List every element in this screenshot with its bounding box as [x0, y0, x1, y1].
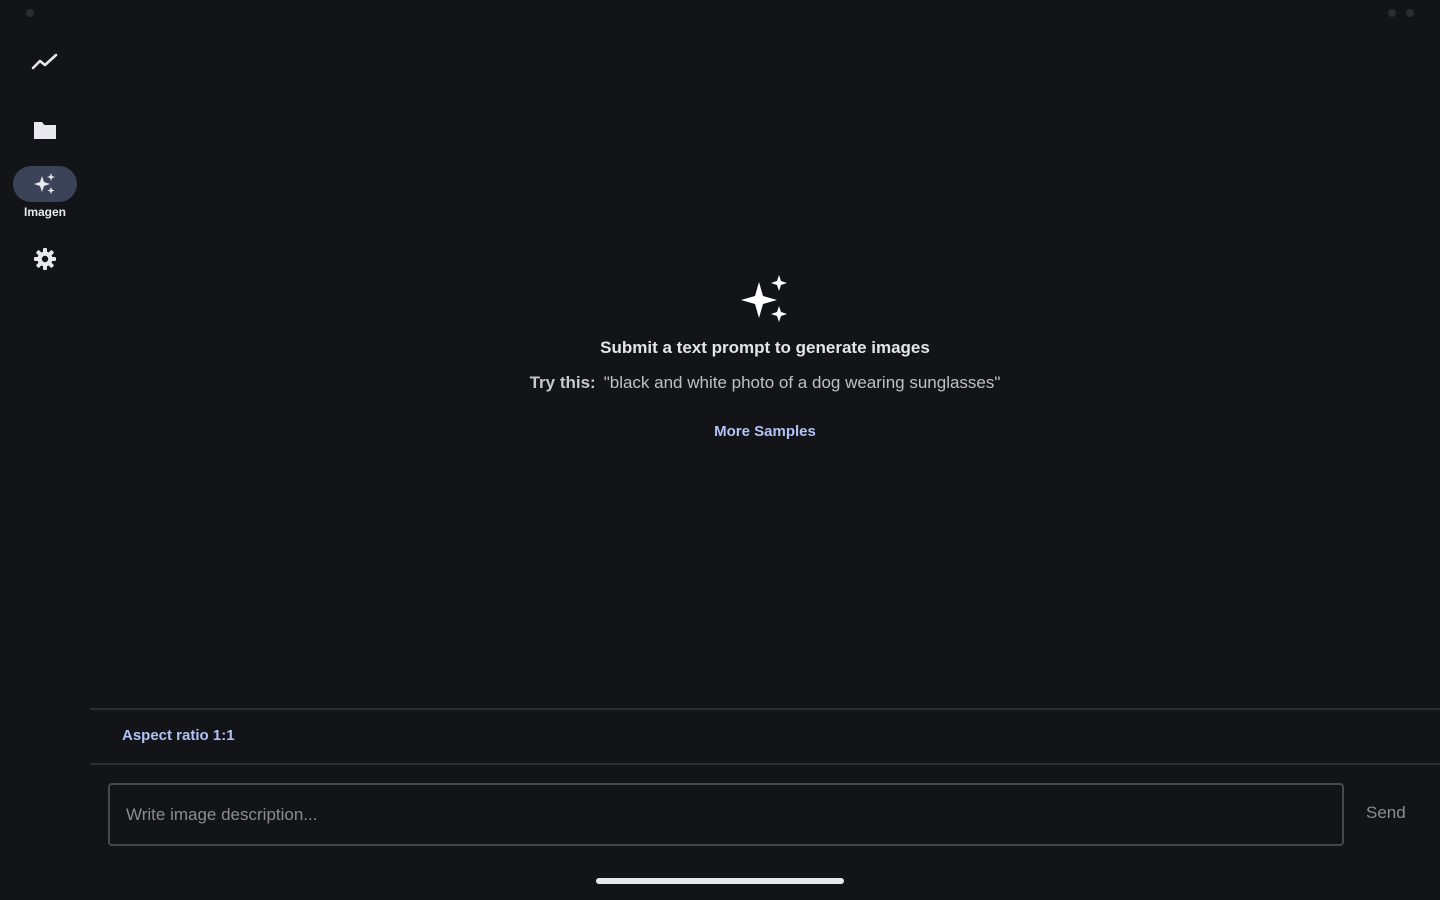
more-samples-button[interactable]: More Samples — [714, 423, 816, 440]
nav-item-settings[interactable] — [0, 241, 90, 277]
nav-item-files[interactable] — [0, 112, 90, 148]
nav-icon-container — [13, 166, 77, 202]
try-this-example: "black and white photo of a dog wearing … — [603, 373, 1001, 392]
aspect-ratio-button[interactable]: Aspect ratio 1:1 — [122, 727, 235, 744]
sparkle-icon — [34, 173, 55, 194]
status-bar — [0, 0, 1440, 26]
status-right — [1388, 9, 1414, 17]
wifi-icon — [1388, 9, 1396, 17]
folder-icon — [34, 122, 56, 139]
status-left — [26, 9, 34, 17]
nav-icon-container — [13, 44, 77, 80]
sparkle-icon — [741, 275, 787, 322]
nav-item-trending[interactable] — [0, 44, 90, 80]
try-this-row: Try this: "black and white photo of a do… — [530, 373, 1001, 393]
nav-item-imagen[interactable]: Imagen — [0, 166, 90, 219]
send-button[interactable]: Send — [1366, 803, 1406, 823]
nav-icon-container — [13, 112, 77, 148]
gear-icon — [34, 248, 56, 270]
battery-icon — [1406, 9, 1414, 17]
divider — [90, 708, 1440, 710]
try-this-label: Try this: — [529, 373, 596, 392]
nav-label-imagen: Imagen — [23, 205, 66, 219]
image-description-input[interactable] — [108, 783, 1344, 846]
navigation-rail: Imagen — [0, 40, 90, 277]
divider — [90, 763, 1440, 765]
home-indicator[interactable] — [596, 878, 844, 884]
notification-icon — [26, 9, 34, 17]
trending-icon — [31, 53, 58, 70]
nav-icon-container — [13, 241, 77, 277]
empty-state-title: Submit a text prompt to generate images — [600, 338, 930, 357]
empty-state: Submit a text prompt to generate images … — [90, 272, 1440, 440]
